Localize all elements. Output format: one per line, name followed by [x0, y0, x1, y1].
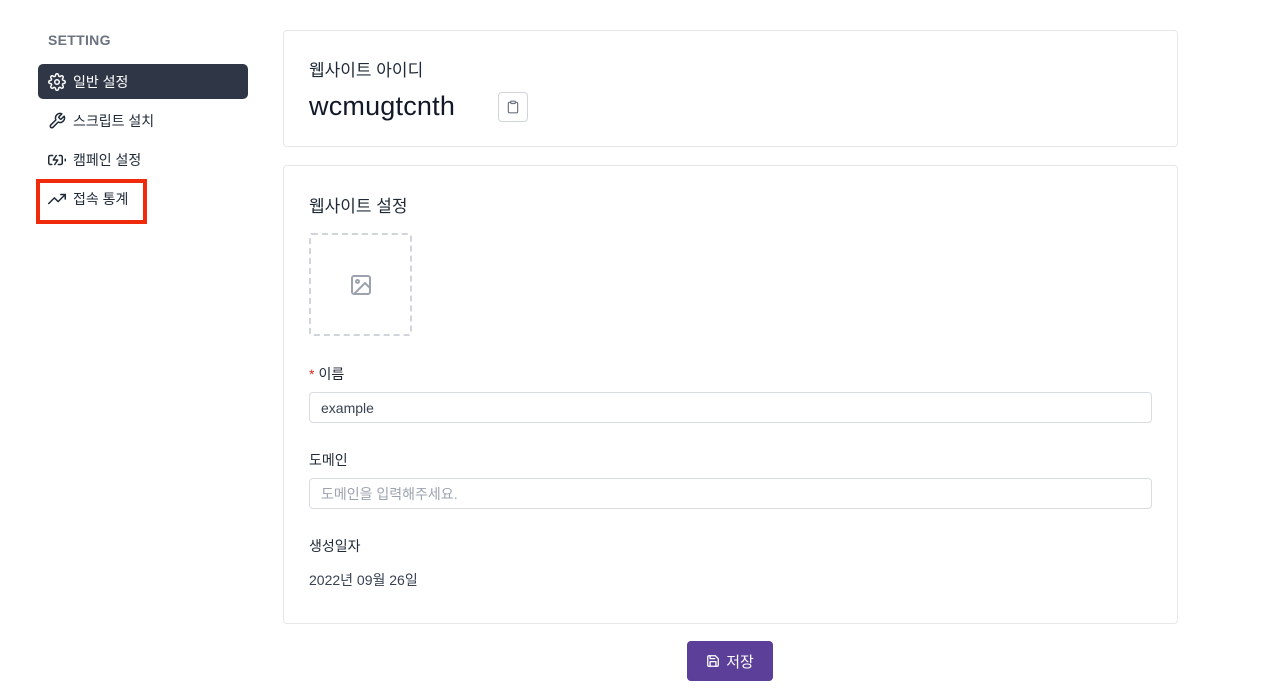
created-date-label: 생성일자 [309, 538, 361, 554]
save-icon [706, 654, 720, 668]
sidebar-item-label: 캠페인 설정 [73, 151, 142, 168]
save-button-label: 저장 [726, 653, 754, 671]
image-upload-box[interactable] [309, 233, 412, 336]
required-mark: * [309, 366, 315, 382]
sidebar-heading: SETTING [48, 32, 111, 48]
website-id-label: 웹사이트 아이디 [309, 61, 424, 80]
sidebar-item-general-settings[interactable]: 일반 설정 [38, 64, 248, 99]
name-input[interactable] [309, 392, 1152, 423]
sidebar-item-label: 일반 설정 [73, 73, 129, 90]
wrench-icon [48, 112, 66, 130]
sidebar-item-access-statistics[interactable]: 접속 통계 [36, 179, 248, 224]
sidebar: SETTING 일반 설정 스크립트 설치 캠페인 설정 접속 통계 [36, 32, 248, 224]
battery-charging-icon [48, 151, 66, 169]
sidebar-item-label: 접속 통계 [73, 190, 129, 207]
gear-icon [48, 72, 66, 91]
created-date-value: 2022년 09월 26일 [309, 572, 418, 588]
website-settings-title: 웹사이트 설정 [309, 197, 408, 216]
website-id-value: wcmugtcnth [309, 91, 456, 121]
name-field-label: * 이름 [309, 364, 344, 384]
trending-up-icon [48, 190, 66, 208]
sidebar-item-campaign-settings[interactable]: 캠페인 설정 [38, 142, 248, 177]
domain-field-label: 도메인 [309, 452, 348, 468]
name-label-text: 이름 [318, 366, 345, 382]
website-settings-card: 웹사이트 설정 *이름 도메인 생성일자 2022년 09월 26일 [283, 165, 1178, 624]
sidebar-item-label: 스크립트 설치 [73, 112, 155, 129]
save-button[interactable]: 저장 [687, 641, 773, 681]
domain-input[interactable] [309, 478, 1152, 509]
image-icon [349, 273, 373, 297]
clipboard-icon [506, 100, 520, 114]
copy-id-button[interactable] [498, 92, 528, 122]
sidebar-item-script-install[interactable]: 스크립트 설치 [38, 103, 248, 138]
website-id-card: 웹사이트 아이디 wcmugtcnth [283, 30, 1178, 147]
